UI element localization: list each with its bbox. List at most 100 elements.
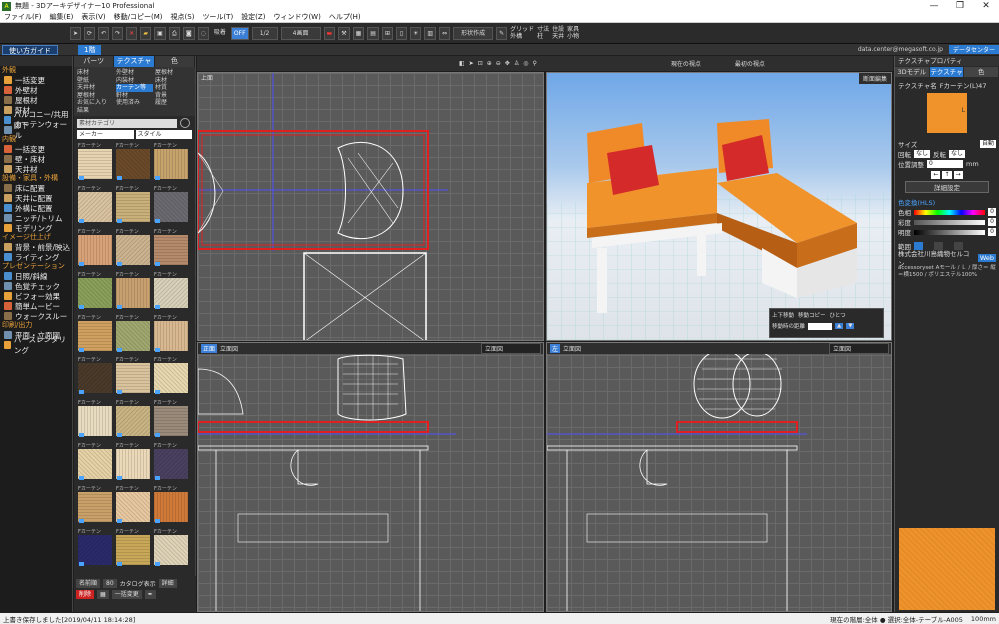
texture-swatch[interactable]: Fカーテン [78, 486, 112, 524]
nav-item[interactable]: 天井に配置 [0, 193, 72, 203]
door-icon[interactable]: ▯ [395, 26, 407, 40]
texture-swatch[interactable]: Fカーテン [154, 357, 188, 395]
texture-swatch[interactable]: Fカーテン [154, 272, 188, 310]
nav-item[interactable]: モデリング [0, 223, 72, 233]
texture-swatch[interactable]: Fカーテン [116, 443, 150, 481]
category-item[interactable]: 軒材 [116, 92, 153, 100]
check-grid[interactable]: グリッド [510, 26, 534, 33]
texture-swatch[interactable]: Fカーテン [78, 400, 112, 438]
check-furniture[interactable]: 家具 [567, 26, 579, 33]
move-distance-input[interactable] [808, 322, 833, 330]
category-item[interactable]: 履歴 [155, 99, 192, 107]
window-icon[interactable]: ⊞ [381, 26, 393, 40]
hammer-icon[interactable]: ⚒ [338, 26, 350, 40]
move-copy-radio[interactable]: 移動コピー [798, 311, 826, 319]
front-view-dropdown[interactable]: 立面図 [481, 343, 541, 354]
move-arrow-icon[interactable]: ▲ [835, 323, 844, 329]
lightness-value[interactable]: 0 [988, 228, 996, 236]
category-item[interactable]: 屋根材 [155, 69, 192, 77]
catalog-check[interactable]: カタログ表示 [120, 579, 156, 588]
nav-item[interactable]: ビフォー効果 [0, 291, 72, 301]
grid-view-icon[interactable]: ▦ [97, 590, 109, 599]
perspective-view[interactable]: 断面編集 上下移動 移動コピー ひとつ 移動時の距離 ▲ ▼ [546, 72, 892, 341]
nav-item[interactable]: 簡単ムービー [0, 301, 72, 311]
fixed-view-toggle[interactable]: 最初の視点 [735, 59, 765, 68]
check-pillar[interactable]: 柱 [537, 33, 549, 40]
side-view-dropdown[interactable]: 立面図 [829, 343, 889, 354]
nav-item[interactable]: 壁・床材 [0, 154, 72, 164]
redo-icon[interactable]: ↷ [112, 26, 124, 40]
texture-swatch[interactable]: Fカーテン [78, 186, 112, 224]
walk-icon[interactable]: ♙ [514, 60, 519, 67]
light-icon[interactable]: ☀ [409, 26, 422, 40]
cube-icon[interactable]: ◧ [459, 60, 465, 67]
section-edit-button[interactable]: 断面編集 [858, 73, 891, 84]
category-item[interactable]: 天井材 [77, 84, 114, 92]
close-button[interactable]: ✕ [973, 1, 999, 11]
floor-tab[interactable]: 1階 [78, 44, 102, 55]
category-item[interactable]: 内装材 [116, 77, 153, 85]
batch-change-button[interactable]: 一括変更 [111, 590, 142, 599]
select-arrow-icon[interactable]: ➤ [70, 26, 82, 40]
pointer-icon[interactable]: ➤ [469, 60, 474, 67]
pen-icon[interactable]: ✎ [496, 26, 508, 40]
tab-texture[interactable]: テクスチャ [114, 56, 155, 67]
nav-item[interactable]: ライティング [0, 252, 72, 262]
snap-toggle[interactable]: OFF [230, 26, 249, 40]
up-arrow-icon[interactable]: ↑ [942, 171, 952, 179]
texture-swatch[interactable]: Fカーテン [116, 529, 150, 567]
tab-color-prop[interactable]: 色 [964, 67, 999, 77]
texture-swatch[interactable]: Fカーテン [116, 272, 150, 310]
texture-swatch[interactable]: Fカーテン [78, 229, 112, 267]
category-item[interactable]: 屋根材 [77, 92, 114, 100]
menu-settings[interactable]: 設定(Z) [237, 12, 269, 22]
nav-item[interactable]: 色覚チェック [0, 281, 72, 291]
wall-icon[interactable]: ▦ [352, 26, 365, 40]
texture-swatch[interactable]: Fカーテン [78, 143, 112, 181]
nav-item[interactable]: 屋根材 [0, 95, 72, 105]
front-view[interactable]: 正面 立面図 立面図 [197, 342, 544, 612]
scale-select[interactable]: 1/2 [251, 26, 278, 40]
texture-swatch[interactable]: Fカーテン [116, 357, 150, 395]
side-view[interactable]: 左 立面図 立面図 [546, 342, 892, 612]
offset-input[interactable]: 0 [927, 160, 963, 168]
check-ceiling[interactable]: 天井 [552, 33, 564, 40]
texture-swatch[interactable]: Fカーテン [154, 143, 188, 181]
nav-item[interactable]: 床に配置 [0, 183, 72, 193]
print-icon[interactable]: ⎙ [168, 26, 180, 40]
top-view[interactable]: 上面 [197, 72, 544, 341]
category-item[interactable]: 背景 [155, 92, 192, 100]
texture-swatch[interactable]: Fカーテン [78, 315, 112, 353]
menu-window[interactable]: ウィンドウ(W) [269, 12, 324, 22]
saturation-value[interactable]: 0 [988, 218, 996, 226]
pan-icon[interactable]: ✥ [505, 60, 510, 67]
tab-parts[interactable]: パーツ [74, 56, 115, 67]
texture-swatch[interactable]: Fカーテン [154, 315, 188, 353]
nav-item[interactable]: ウォークスルー [0, 311, 72, 321]
detail-button[interactable]: 詳細 [158, 579, 177, 588]
delete-icon[interactable]: ✕ [126, 26, 138, 40]
menu-help[interactable]: ヘルプ(H) [325, 12, 365, 22]
orbit-icon[interactable]: ◎ [523, 60, 528, 67]
category-item[interactable]: 壁紙 [77, 77, 114, 85]
sort-select[interactable]: 名前順 [76, 579, 101, 588]
texture-swatch[interactable]: Fカーテン [78, 443, 112, 481]
zoom-window-icon[interactable]: ⊡ [478, 60, 483, 67]
texture-swatch[interactable]: Fカーテン [78, 529, 112, 567]
shape-create-button[interactable]: 形状作成 [453, 26, 494, 40]
lightness-slider[interactable] [914, 229, 986, 235]
left-arrow-icon[interactable]: ← [931, 171, 941, 179]
search-icon[interactable] [180, 118, 190, 128]
guide-button[interactable]: 使い方ガイド [2, 44, 58, 55]
nav-item[interactable]: 一括変更 [0, 144, 72, 154]
mirror-select[interactable]: なし [949, 150, 966, 158]
hue-value[interactable]: 0 [988, 208, 996, 216]
filter-icon[interactable]: ⚲ [532, 60, 536, 67]
viewpoint-select[interactable]: 現在の視点 [671, 59, 701, 68]
right-arrow-icon[interactable]: → [953, 171, 963, 179]
nav-item[interactable]: 天井材 [0, 164, 72, 174]
menu-viewpoint[interactable]: 視点(S) [167, 12, 199, 22]
camera-icon[interactable]: ◙ [182, 26, 195, 40]
undo-icon[interactable]: ↶ [98, 26, 110, 40]
category-item[interactable]: 床材 [77, 69, 114, 77]
